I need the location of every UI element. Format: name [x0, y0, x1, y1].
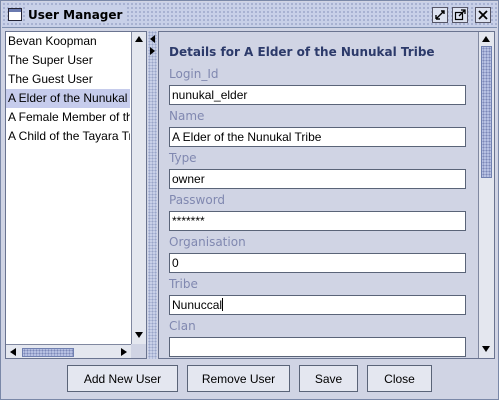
list-item[interactable]: The Super User — [6, 51, 130, 70]
list-item[interactable]: A Child of the Tayara Tribe — [6, 127, 130, 146]
details-panel: Details for A Elder of the Nunukal Tribe… — [158, 31, 495, 359]
clan-label: Clan — [169, 319, 196, 333]
scroll-corner — [131, 344, 146, 358]
name-label: Name — [169, 109, 205, 123]
tribe-field[interactable]: Nunuccal — [169, 295, 466, 315]
scroll-down-arrow-icon[interactable] — [482, 346, 490, 352]
login-id-field[interactable]: nunukal_elder — [169, 85, 466, 105]
tribe-field-value: Nunuccal — [172, 298, 223, 312]
expand-right-arrow-icon[interactable] — [150, 47, 155, 55]
maximize-icon[interactable] — [452, 7, 468, 23]
user-manager-window: User Manager Bevan Koopman The Super Use… — [0, 0, 499, 400]
organisation-field[interactable]: 0 — [169, 253, 466, 273]
iconify-icon[interactable] — [432, 7, 448, 23]
details-vertical-scrollbar[interactable] — [478, 32, 494, 358]
vertical-scroll-thumb[interactable] — [481, 46, 492, 178]
list-item-selected[interactable]: A Elder of the Nunukal Tribe — [6, 89, 130, 108]
password-label: Password — [169, 193, 226, 207]
tribe-label: Tribe — [169, 277, 198, 291]
title-bar[interactable]: User Manager — [2, 2, 497, 28]
window-icon — [8, 8, 22, 21]
list-vertical-scrollbar[interactable] — [131, 32, 146, 344]
close-icon[interactable] — [475, 7, 491, 23]
user-list[interactable]: Bevan Koopman The Super User The Guest U… — [5, 31, 147, 359]
clan-field[interactable] — [169, 337, 466, 357]
login-id-label: Login_Id — [169, 67, 219, 81]
scroll-up-arrow-icon[interactable] — [135, 36, 143, 42]
scroll-right-arrow-icon[interactable] — [121, 348, 127, 356]
add-new-user-button[interactable]: Add New User — [67, 365, 178, 392]
details-heading: Details for A Elder of the Nunukal Tribe — [169, 45, 435, 59]
type-field[interactable]: owner — [169, 169, 466, 189]
list-item[interactable]: A Female Member of the Nunukal Tribe — [6, 108, 130, 127]
organisation-label: Organisation — [169, 235, 246, 249]
close-button[interactable]: Close — [367, 365, 432, 392]
list-horizontal-scrollbar[interactable] — [6, 344, 131, 358]
scroll-down-arrow-icon[interactable] — [135, 332, 143, 338]
name-field[interactable]: A Elder of the Nunukal Tribe — [169, 127, 466, 147]
split-pane-divider[interactable] — [148, 31, 157, 359]
collapse-left-arrow-icon[interactable] — [150, 35, 155, 43]
type-label: Type — [169, 151, 197, 165]
remove-user-button[interactable]: Remove User — [187, 365, 290, 392]
window-title: User Manager — [27, 7, 126, 23]
text-caret — [222, 298, 224, 311]
password-field[interactable]: ******* — [169, 211, 466, 231]
save-button[interactable]: Save — [299, 365, 358, 392]
horizontal-scroll-thumb[interactable] — [22, 348, 74, 357]
list-item[interactable]: Bevan Koopman — [6, 32, 130, 51]
list-item[interactable]: The Guest User — [6, 70, 130, 89]
scroll-up-arrow-icon[interactable] — [482, 36, 490, 42]
scroll-left-arrow-icon[interactable] — [10, 348, 16, 356]
